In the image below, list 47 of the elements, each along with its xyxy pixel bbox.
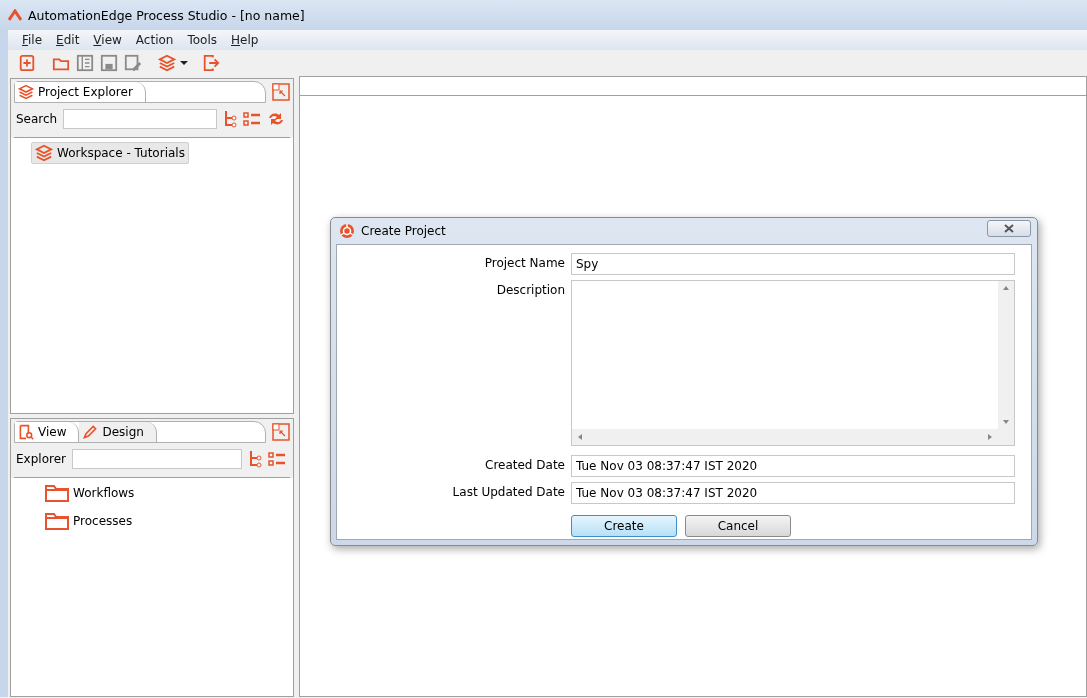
folder-icon (45, 484, 69, 502)
caret-icon[interactable] (180, 61, 188, 65)
app-badge-icon (339, 223, 355, 239)
new-icon[interactable] (18, 54, 36, 72)
input-field[interactable]: Tue Nov 03 08:37:47 IST 2020 (571, 455, 1015, 477)
field-label: Created Date (484, 457, 565, 474)
list-icon[interactable] (267, 451, 286, 467)
search-field[interactable] (63, 109, 218, 129)
dialog-button[interactable]: Create (571, 515, 677, 537)
input-field[interactable]: Spy (571, 253, 1015, 275)
layers-icon (35, 144, 53, 162)
search-field[interactable] (71, 449, 242, 469)
pencil-icon (82, 424, 99, 440)
list-icon[interactable] (243, 111, 262, 127)
tree-icon[interactable] (223, 110, 238, 128)
menu-item[interactable]: Tools (187, 33, 217, 47)
dialog-button[interactable]: Cancel (685, 515, 791, 537)
field-label: Last Updated Date (451, 484, 565, 501)
dialog-title: Create Project (361, 224, 446, 238)
description-field[interactable] (571, 280, 1015, 446)
close-icon (1004, 224, 1014, 233)
tree-item[interactable]: Workspace - Tutorials (31, 142, 189, 164)
panel-tab[interactable]: Project Explorer (15, 82, 146, 102)
menu-item[interactable]: Help (231, 33, 259, 47)
tree-item[interactable]: Processes (41, 510, 137, 532)
close-button[interactable] (987, 220, 1031, 237)
field-label: Project Name (483, 255, 565, 272)
panel-tab[interactable]: View (15, 422, 80, 442)
field-label: Description (495, 282, 565, 299)
search-label: Search (16, 112, 58, 126)
window-title: AutomationEdge Process Studio - [no name] (28, 7, 305, 23)
tree-item[interactable]: Workflows (41, 482, 139, 504)
document-search-icon (18, 424, 34, 440)
input-field[interactable]: Tue Nov 03 08:37:47 IST 2020 (571, 482, 1015, 504)
exit-icon[interactable] (202, 54, 220, 72)
restore-icon[interactable] (272, 83, 290, 101)
menu-item[interactable]: View (93, 33, 122, 47)
restore-icon[interactable] (272, 423, 290, 441)
tree-icon[interactable] (247, 450, 262, 468)
menu-item[interactable]: File (22, 33, 43, 47)
app-logo-icon (8, 9, 22, 21)
folder-icon (45, 512, 69, 530)
menu-item[interactable]: Edit (56, 33, 80, 47)
panel-tab[interactable]: Design (79, 422, 157, 442)
menu-item[interactable]: Action (135, 33, 174, 47)
layers-icon (18, 84, 34, 100)
search-label: Explorer (16, 452, 66, 466)
